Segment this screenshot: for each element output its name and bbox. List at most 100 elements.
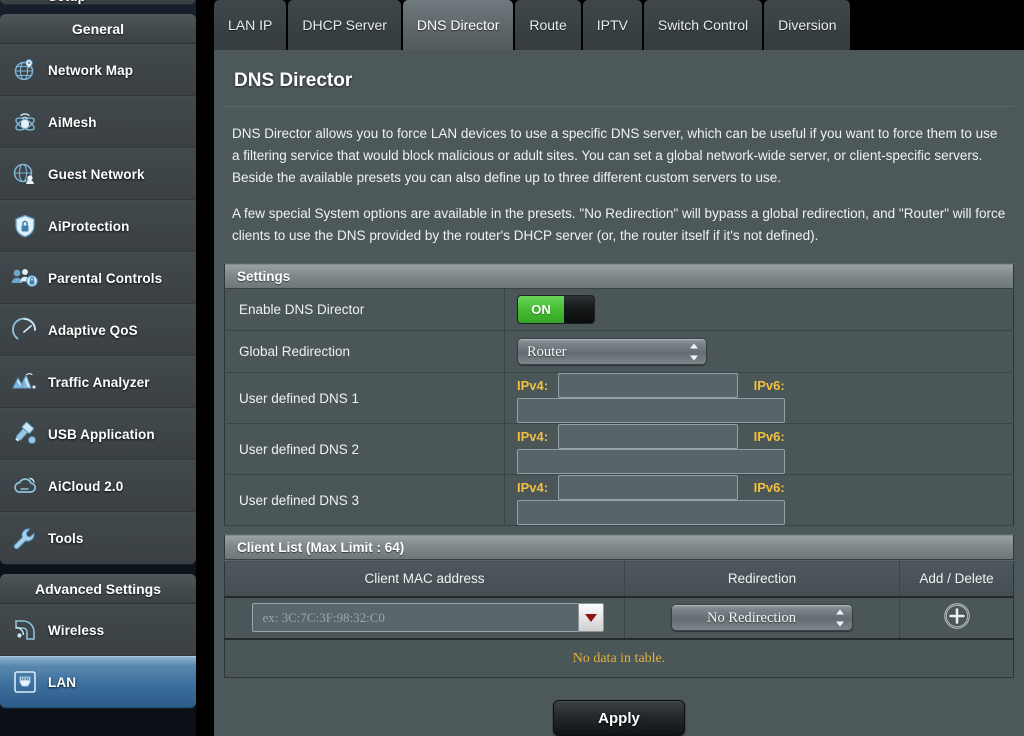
toggle-on-label: ON [518, 296, 564, 323]
sidebar-item-parental-controls[interactable]: Parental Controls [0, 252, 196, 304]
sidebar-item-label: Setup [48, 0, 86, 4]
title-divider [224, 106, 1014, 107]
row-user-defined-dns-1: User defined DNS 1 IPv4: IPv6: [224, 372, 1014, 424]
lan-port-icon [8, 665, 42, 699]
ipv6-label: IPv6: [753, 480, 785, 495]
dns1-ipv4-input[interactable] [557, 373, 738, 398]
tab-dns-director[interactable]: DNS Director [402, 0, 514, 50]
global-redirection-select[interactable]: Router [517, 338, 707, 365]
sidebar-item-aicloud[interactable]: AiCloud 2.0 [0, 460, 196, 512]
tab-diversion[interactable]: Diversion [764, 0, 851, 50]
column-redirection: Redirection [624, 560, 900, 598]
cell-redirection-select: No Redirection [624, 596, 900, 640]
cell-user-defined-dns-3: IPv4: IPv6: [504, 474, 1014, 526]
sidebar-item-label: USB Application [48, 426, 155, 442]
sidebar-group-setup: Setup [0, 0, 196, 4]
sidebar-item-label: Adaptive QoS [48, 322, 138, 338]
label-user-defined-dns-3: User defined DNS 3 [224, 474, 505, 526]
toggle-knob [564, 296, 594, 323]
tab-switch-control[interactable]: Switch Control [643, 0, 763, 50]
sidebar-item-label: AiCloud 2.0 [48, 478, 124, 494]
client-list-section-title: Client List (Max Limit : 64) [224, 534, 1014, 560]
page-description-1: DNS Director allows you to force LAN dev… [232, 126, 998, 185]
label-user-defined-dns-2: User defined DNS 2 [224, 423, 505, 475]
tab-bar: LAN IP DHCP Server DNS Director Route IP… [214, 0, 1024, 50]
ipv6-label: IPv6: [753, 429, 785, 444]
adaptive-qos-gauge-icon [8, 313, 42, 347]
dns2-ipv6-input[interactable] [517, 449, 785, 474]
client-redirection-select[interactable]: No Redirection [671, 604, 853, 631]
main-content: LAN IP DHCP Server DNS Director Route IP… [214, 0, 1024, 736]
dns1-ipv6-input[interactable] [517, 398, 785, 423]
sidebar-item-network-map[interactable]: Network Map [0, 44, 196, 96]
client-list-section-header: Client List (Max Limit : 64) [224, 534, 1014, 560]
sidebar-group-title-general: General [0, 14, 196, 44]
sidebar-content-divider [196, 0, 214, 736]
sidebar-item-label: Tools [48, 531, 84, 546]
sidebar-item-adaptive-qos[interactable]: Adaptive QoS [0, 304, 196, 356]
label-enable-dns-director: Enable DNS Director [224, 288, 505, 331]
tab-lan-ip[interactable]: LAN IP [214, 0, 287, 50]
sidebar-item-label: Network Map [48, 62, 134, 78]
cell-user-defined-dns-1: IPv4: IPv6: [504, 372, 1014, 424]
sidebar-item-guest-network[interactable]: Guest Network [0, 148, 196, 200]
sidebar-item-tools[interactable]: Tools [0, 512, 196, 564]
aimesh-icon [8, 105, 42, 139]
mac-address-field-group: ex: 3C:7C:3F:98:32:C0 [251, 603, 604, 632]
sidebar-item-setup[interactable]: Setup [0, 0, 196, 4]
sidebar-item-label: Wireless [48, 622, 105, 638]
row-user-defined-dns-2: User defined DNS 2 IPv4: IPv6: [224, 423, 1014, 475]
sidebar-item-traffic-analyzer[interactable]: Traffic Analyzer [0, 356, 196, 408]
sidebar-group-general: General Network Map AiMesh Guest Network… [0, 14, 196, 564]
add-client-button[interactable] [943, 602, 971, 630]
ipv4-label: IPv4: [517, 378, 549, 393]
client-list-empty-message: No data in table. [224, 639, 1014, 678]
sidebar-item-aimesh[interactable]: AiMesh [0, 96, 196, 148]
ipv4-label: IPv4: [517, 429, 549, 444]
row-global-redirection: Global Redirection Router [224, 330, 1014, 373]
sidebar-item-usb-application[interactable]: USB Application [0, 408, 196, 460]
cell-enable-toggle: ON [504, 288, 1014, 331]
aiprotection-shield-icon [8, 209, 42, 243]
page-description-2: A few special System options are availab… [232, 206, 1006, 243]
client-mac-input[interactable]: ex: 3C:7C:3F:98:32:C0 [251, 603, 578, 632]
client-list-table: Client MAC address Redirection Add / Del… [224, 560, 1014, 640]
cell-add-button [899, 596, 1014, 640]
triangle-down-icon [584, 613, 597, 622]
sidebar-item-lan[interactable]: LAN [0, 656, 196, 708]
content-panel: DNS Director DNS Director allows you to … [214, 50, 1024, 736]
client-list-header-table: Client List (Max Limit : 64) [224, 534, 1014, 560]
sidebar-item-label: Guest Network [48, 166, 145, 182]
global-redirection-value: Router [527, 344, 567, 360]
row-enable-dns-director: Enable DNS Director ON [224, 288, 1014, 331]
apply-button[interactable]: Apply [553, 699, 685, 736]
dns2-ipv4-input[interactable] [557, 424, 738, 449]
tab-iptv[interactable]: IPTV [582, 0, 642, 50]
label-user-defined-dns-1: User defined DNS 1 [224, 372, 505, 424]
ipv4-label: IPv4: [517, 480, 549, 495]
aicloud-cloud-icon [8, 469, 42, 503]
client-list-dropdown-button[interactable] [577, 603, 604, 632]
client-redirection-value: No Redirection [707, 610, 796, 626]
cell-user-defined-dns-2: IPv4: IPv6: [504, 423, 1014, 475]
tab-dhcp-server[interactable]: DHCP Server [288, 0, 401, 50]
sidebar-item-label: LAN [48, 674, 77, 690]
sidebar-group-title-advanced: Advanced Settings [0, 574, 196, 604]
tab-route[interactable]: Route [515, 0, 581, 50]
sidebar-group-advanced-settings: Advanced Settings Wireless LAN [0, 574, 196, 708]
sidebar-item-wireless[interactable]: Wireless [0, 604, 196, 656]
cell-global-redirection: Router [504, 330, 1014, 373]
setup-icon [8, 0, 42, 4]
apply-button-container: Apply [224, 678, 1014, 736]
enable-dns-director-toggle[interactable]: ON [517, 295, 595, 324]
settings-section-header: Settings [224, 263, 1014, 289]
page-title: DNS Director [234, 70, 353, 91]
dns3-ipv6-input[interactable] [517, 500, 785, 525]
column-client-mac-address: Client MAC address [224, 560, 625, 598]
client-list-header-row: Client MAC address Redirection Add / Del… [224, 560, 1014, 598]
sidebar-item-aiprotection[interactable]: AiProtection [0, 200, 196, 252]
client-entry-row: ex: 3C:7C:3F:98:32:C0 No Redirection [224, 596, 1014, 640]
dns3-ipv4-input[interactable] [557, 475, 738, 500]
chevron-updown-icon [835, 609, 844, 626]
sidebar-item-label: AiMesh [48, 114, 97, 130]
